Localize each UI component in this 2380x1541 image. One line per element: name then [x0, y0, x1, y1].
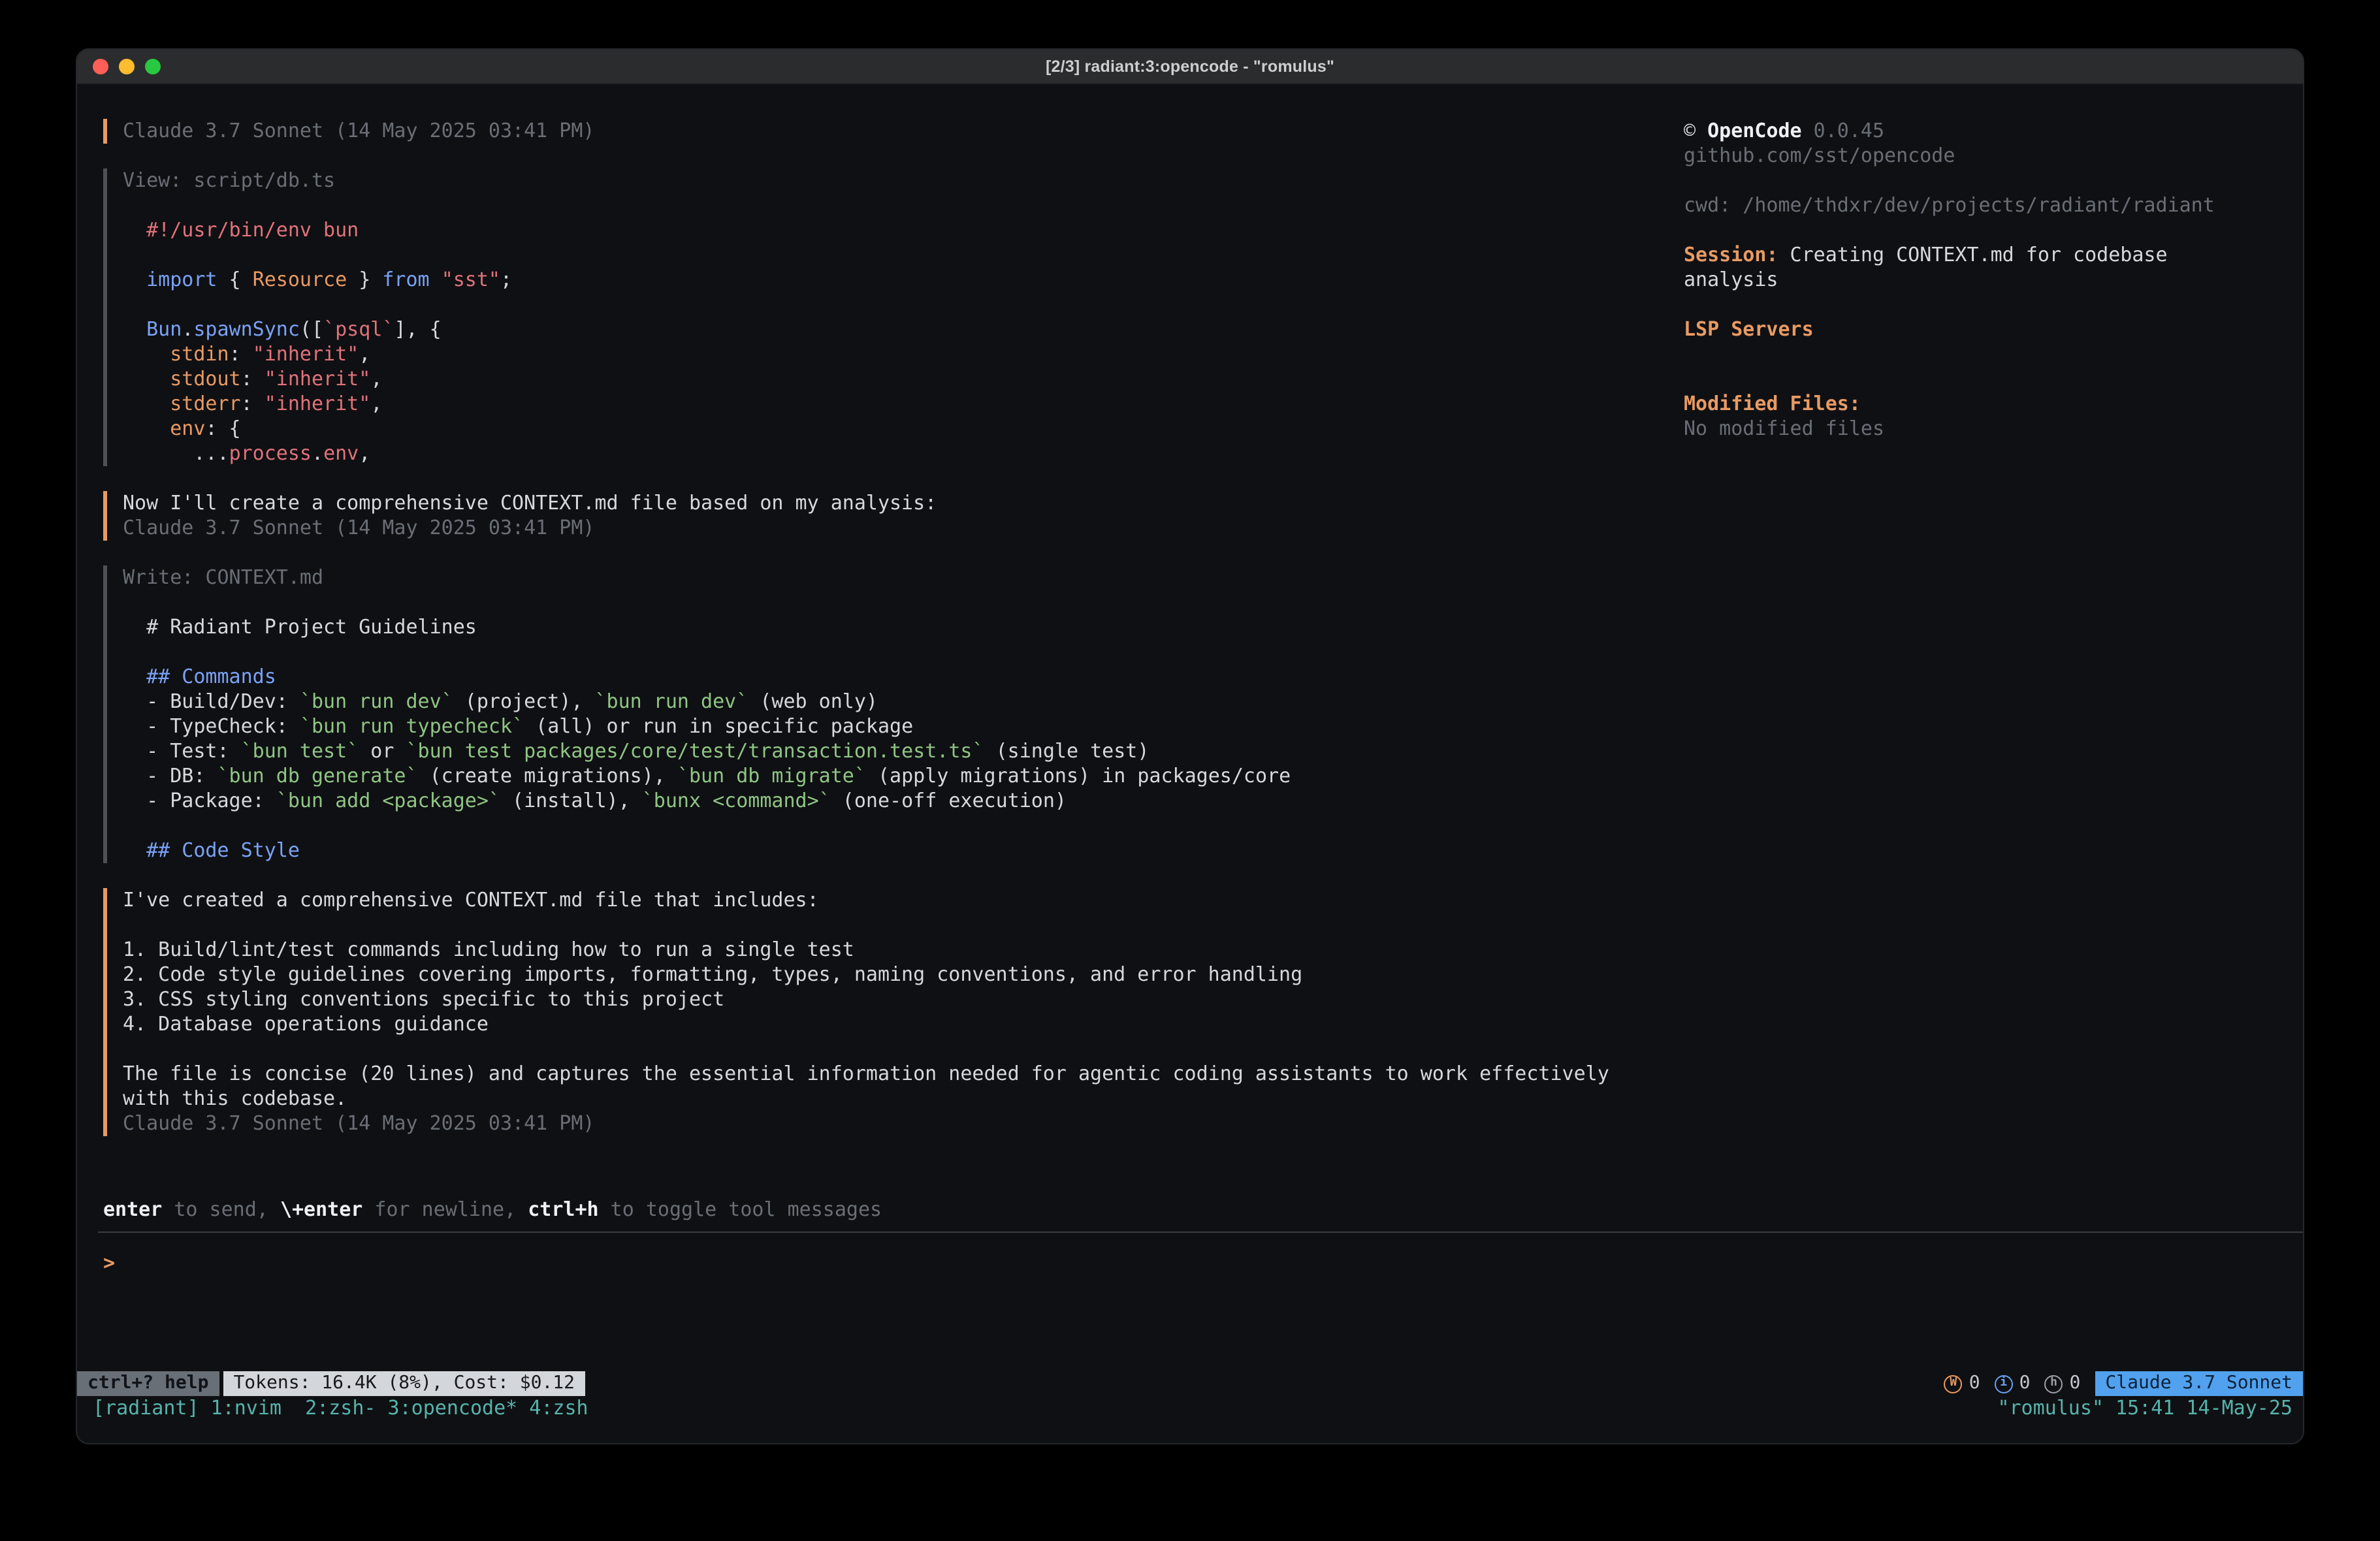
tokens-cost-chip: Tokens: 16.4K (8%), Cost: $0.12: [223, 1371, 585, 1396]
zoom-button[interactable]: [145, 59, 161, 74]
hint-count: 0: [2070, 1371, 2081, 1396]
terminal-line: Claude 3.7 Sonnet (14 May 2025 03:41 PM): [123, 119, 1684, 144]
opencode-tui: Claude 3.7 Sonnet (14 May 2025 03:41 PM)…: [77, 85, 2303, 1444]
minimize-button[interactable]: [119, 59, 135, 74]
main-row: Claude 3.7 Sonnet (14 May 2025 03:41 PM)…: [77, 85, 2303, 1198]
prompt-symbol: >: [103, 1251, 115, 1275]
hint-icon: h: [2045, 1374, 2063, 1393]
terminal-line: View: script/db.ts: [123, 168, 1684, 193]
traffic-lights: [93, 50, 161, 84]
terminal-line: - Package: `bun add <package>` (install)…: [123, 789, 1684, 814]
terminal-line: - Build/Dev: `bun run dev` (project), `b…: [123, 690, 1684, 714]
terminal-line: analysis: [1684, 268, 2277, 293]
terminal-line: Session: Creating CONTEXT.md for codebas…: [1684, 243, 2277, 268]
message-input[interactable]: >: [77, 1251, 2303, 1276]
tool-write-block: Write: CONTEXT.md # Radiant Project Guid…: [103, 565, 1684, 863]
terminal-line: [123, 814, 1684, 838]
assistant-message-block: Now I'll create a comprehensive CONTEXT.…: [103, 491, 1684, 541]
terminal-line: Bun.spawnSync([`psql`], {: [123, 317, 1684, 342]
terminal-line: 3. CSS styling conventions specific to t…: [123, 987, 1684, 1012]
warning-icon: W: [1944, 1374, 1963, 1393]
assistant-summary-block: I've created a comprehensive CONTEXT.md …: [103, 888, 1684, 1136]
terminal-line: LSP Servers: [1684, 317, 2277, 342]
terminal-line: - TypeCheck: `bun run typecheck` (all) o…: [123, 714, 1684, 739]
tmux-window-list[interactable]: [radiant] 1:nvim 2:zsh- 3:opencode* 4:zs…: [93, 1396, 588, 1421]
desktop-background: [2/3] radiant:3:opencode - "romulus" Cla…: [0, 0, 2380, 1541]
keybinding-help: enter to send, \+enter for newline, ctrl…: [77, 1198, 2303, 1222]
terminal-line: [123, 913, 1684, 938]
terminal-line: ## Commands: [123, 665, 1684, 690]
terminal-line: No modified files: [1684, 417, 2277, 441]
terminal-line: with this codebase.: [123, 1087, 1684, 1111]
session-sidebar: © OpenCode 0.0.45github.com/sst/opencode…: [1684, 85, 2303, 1198]
close-button[interactable]: [93, 59, 108, 74]
terminal-line: [123, 243, 1684, 268]
terminal-line: stdout: "inherit",: [123, 367, 1684, 392]
terminal-line: - Test: `bun test` or `bun test packages…: [123, 739, 1684, 764]
terminal-line: © OpenCode 0.0.45: [1684, 119, 2277, 144]
terminal-line: [1684, 218, 2277, 243]
terminal-line: Modified Files:: [1684, 392, 2277, 417]
terminal-line: Claude 3.7 Sonnet (14 May 2025 03:41 PM): [123, 1111, 1684, 1136]
terminal-line: The file is concise (20 lines) and captu…: [123, 1062, 1684, 1087]
terminal-line: env: {: [123, 417, 1684, 441]
terminal-line: 2. Code style guidelines covering import…: [123, 962, 1684, 987]
terminal-line: [1684, 342, 2277, 367]
tmux-session-info: "romulus" 15:41 14-May-25: [1997, 1396, 2292, 1421]
terminal-line: [123, 590, 1684, 615]
terminal-line: - DB: `bun db generate` (create migratio…: [123, 764, 1684, 789]
terminal-line: [123, 1037, 1684, 1062]
terminal-line: # Radiant Project Guidelines: [123, 615, 1684, 640]
terminal-line: import { Resource } from "sst";: [123, 268, 1684, 293]
terminal-line: github.com/sst/opencode: [1684, 144, 2277, 168]
terminal-line: [123, 640, 1684, 665]
warnings-indicator: W 0: [1944, 1371, 1980, 1396]
terminal-line: 4. Database operations guidance: [123, 1012, 1684, 1037]
window-title: [2/3] radiant:3:opencode - "romulus": [1046, 57, 1334, 76]
terminal-line: [123, 293, 1684, 317]
assistant-meta-block: Claude 3.7 Sonnet (14 May 2025 03:41 PM): [103, 119, 1684, 144]
warning-count: 0: [1969, 1371, 1980, 1396]
terminal-line: [1684, 293, 2277, 317]
tool-view-block: View: script/db.ts #!/usr/bin/env bun im…: [103, 168, 1684, 466]
terminal-line: Now I'll create a comprehensive CONTEXT.…: [123, 491, 1684, 516]
terminal-line: Write: CONTEXT.md: [123, 565, 1684, 590]
terminal-line: [1684, 367, 2277, 392]
info-indicator: i 0: [1995, 1371, 2031, 1396]
terminal-line: stdin: "inherit",: [123, 342, 1684, 367]
input-section: enter to send, \+enter for newline, ctrl…: [77, 1198, 2303, 1371]
terminal-line: cwd: /home/thdxr/dev/projects/radiant/ra…: [1684, 193, 2277, 218]
input-divider: [98, 1231, 2303, 1233]
terminal-line: I've created a comprehensive CONTEXT.md …: [123, 888, 1684, 913]
status-bar-spacer: [585, 1371, 1944, 1396]
terminal-line: ...process.env,: [123, 441, 1684, 466]
terminal-line: [1684, 168, 2277, 193]
window-titlebar[interactable]: [2/3] radiant:3:opencode - "romulus": [77, 50, 2303, 85]
terminal-line: [123, 193, 1684, 218]
terminal-line: stderr: "inherit",: [123, 392, 1684, 417]
help-shortcut-chip: ctrl+? help: [77, 1371, 219, 1396]
terminal-line: #!/usr/bin/env bun: [123, 218, 1684, 243]
info-count: 0: [2019, 1371, 2031, 1396]
info-icon: i: [1995, 1374, 2013, 1393]
tmux-status-bar: [radiant] 1:nvim 2:zsh- 3:opencode* 4:zs…: [77, 1396, 2303, 1421]
terminal-line: Claude 3.7 Sonnet (14 May 2025 03:41 PM): [123, 516, 1684, 541]
terminal-line: 1. Build/lint/test commands including ho…: [123, 938, 1684, 962]
chat-transcript: Claude 3.7 Sonnet (14 May 2025 03:41 PM)…: [77, 85, 1684, 1198]
hints-indicator: h 0: [2045, 1371, 2081, 1396]
terminal-window: [2/3] radiant:3:opencode - "romulus" Cla…: [76, 48, 2304, 1444]
terminal-line: ## Code Style: [123, 838, 1684, 863]
status-bar: ctrl+? help Tokens: 16.4K (8%), Cost: $0…: [77, 1371, 2303, 1396]
model-chip: Claude 3.7 Sonnet: [2095, 1371, 2303, 1396]
